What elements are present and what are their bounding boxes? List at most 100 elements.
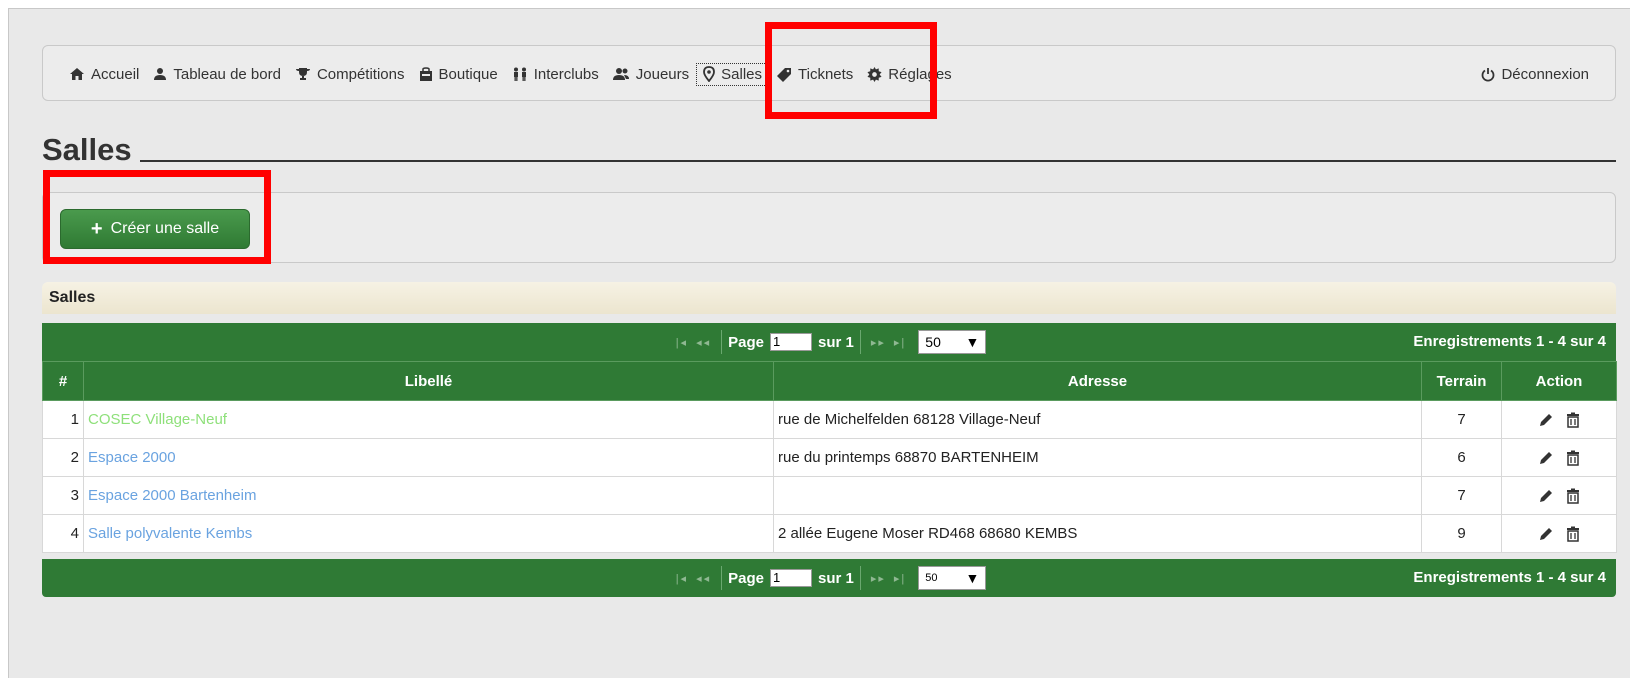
row-terrain: 7: [1421, 476, 1502, 515]
page-of-label: sur 1: [818, 569, 854, 587]
column-header-number[interactable]: #: [42, 361, 84, 401]
records-count: Enregistrements 1 - 4 sur 4: [1413, 569, 1606, 586]
nav-label: Tableau de bord: [173, 65, 281, 83]
page-input[interactable]: 1: [770, 569, 812, 587]
highlight-box-salles: [765, 22, 937, 119]
last-page-icon[interactable]: ▸|: [894, 336, 906, 349]
nav-item-boutique[interactable]: Boutique: [419, 66, 498, 83]
row-actions: [1501, 476, 1617, 515]
nav-item-competitions[interactable]: Compétitions: [295, 66, 405, 83]
row-terrain: 6: [1421, 438, 1502, 477]
table-row[interactable]: 1 COSEC Village-Neuf rue de Michelfelden…: [42, 400, 1617, 439]
row-adresse: rue de Michelfelden 68128 Village-Neuf: [773, 400, 1422, 439]
row-libelle[interactable]: Espace 2000: [83, 438, 774, 477]
row-number: 2: [42, 438, 84, 477]
pager-separator: [859, 330, 861, 354]
delete-icon[interactable]: [1566, 526, 1580, 542]
nav-label: Salles: [721, 65, 762, 83]
records-count: Enregistrements 1 - 4 sur 4: [1413, 333, 1606, 350]
trophy-icon: [295, 68, 310, 80]
title-divider: [42, 160, 1616, 162]
nav-item-interclubs[interactable]: Interclubs: [512, 66, 599, 83]
last-page-icon[interactable]: ▸|: [894, 572, 906, 585]
first-page-icon[interactable]: |◂: [676, 572, 688, 585]
row-actions: [1501, 400, 1617, 439]
rows-per-page-value: 50: [925, 334, 941, 350]
users-icon: [612, 68, 629, 80]
nav-item-accueil[interactable]: Accueil: [69, 66, 139, 83]
row-libelle[interactable]: COSEC Village-Neuf: [83, 400, 774, 439]
page-label: Page: [728, 333, 764, 351]
column-header-adresse[interactable]: Adresse: [773, 361, 1422, 401]
page-title-row: Salles: [42, 132, 1616, 168]
next-page-icon[interactable]: ▸▸: [871, 572, 886, 585]
delete-icon[interactable]: [1566, 450, 1580, 466]
prev-page-icon[interactable]: ◂◂: [696, 336, 711, 349]
delete-icon[interactable]: [1566, 412, 1580, 428]
table-row[interactable]: 2 Espace 2000 rue du printemps 68870 BAR…: [42, 438, 1617, 477]
page-input[interactable]: 1: [770, 333, 812, 351]
salles-table: # Libellé Adresse Terrain Action 1 COSEC…: [42, 361, 1617, 553]
row-terrain: 9: [1421, 514, 1502, 553]
prev-page-icon[interactable]: ◂◂: [696, 572, 711, 585]
nav-item-salles[interactable]: Salles: [696, 62, 769, 86]
row-adresse: [773, 476, 1422, 515]
row-actions: [1501, 438, 1617, 477]
row-number: 4: [42, 514, 84, 553]
salle-link[interactable]: Espace 2000: [88, 449, 176, 466]
nav-label: Interclubs: [533, 65, 599, 83]
page-label: Page: [728, 569, 764, 587]
highlight-box-create-button: [43, 170, 271, 264]
nav-label: Boutique: [438, 65, 498, 83]
user-icon: [154, 68, 167, 80]
next-page-icon[interactable]: ▸▸: [871, 336, 886, 349]
column-header-libelle[interactable]: Libellé: [83, 361, 774, 401]
edit-icon[interactable]: [1538, 412, 1554, 428]
rows-per-page-select[interactable]: 50 ▼: [918, 330, 987, 354]
table-row[interactable]: 3 Espace 2000 Bartenheim 7: [42, 476, 1617, 515]
row-libelle[interactable]: Salle polyvalente Kembs: [83, 514, 774, 553]
row-number: 1: [42, 400, 84, 439]
row-actions: [1501, 514, 1617, 553]
table-row[interactable]: 4 Salle polyvalente Kembs 2 allée Eugene…: [42, 514, 1617, 553]
edit-icon[interactable]: [1538, 450, 1554, 466]
column-header-terrain[interactable]: Terrain: [1421, 361, 1502, 401]
nav-item-joueurs[interactable]: Joueurs: [612, 65, 690, 83]
dropdown-arrow-icon: ▼: [965, 570, 980, 586]
grid-caption: Salles: [42, 282, 1616, 314]
page-title: Salles: [42, 132, 140, 168]
row-terrain: 7: [1421, 400, 1502, 439]
nav-label: Compétitions: [316, 65, 405, 83]
page-of-label: sur 1: [818, 333, 854, 351]
salle-link[interactable]: Espace 2000 Bartenheim: [88, 487, 256, 504]
dropdown-arrow-icon: ▼: [965, 334, 980, 350]
row-libelle[interactable]: Espace 2000 Bartenheim: [83, 476, 774, 515]
edit-icon[interactable]: [1538, 488, 1554, 504]
salle-link[interactable]: COSEC Village-Neuf: [88, 411, 227, 428]
logout-label: Déconnexion: [1501, 65, 1589, 83]
first-page-icon[interactable]: |◂: [676, 336, 688, 349]
nav-label: Accueil: [91, 65, 140, 83]
toolbar: + Créer une salle: [42, 192, 1616, 263]
row-adresse: rue du printemps 68870 BARTENHEIM: [773, 438, 1422, 477]
pager-separator: [859, 566, 861, 590]
rows-per-page-select[interactable]: 50 ▼: [918, 566, 987, 590]
edit-icon[interactable]: [1538, 526, 1554, 542]
salle-link[interactable]: Salle polyvalente Kembs: [88, 525, 252, 542]
pager-bottom: |◂ ◂◂ Page 1 sur 1 ▸▸ ▸| 50 ▼ Enregistre…: [42, 559, 1616, 597]
row-number: 3: [42, 476, 84, 515]
row-adresse: 2 allée Eugene Moser RD468 68680 KEMBS: [773, 514, 1422, 553]
power-icon: [1482, 67, 1495, 81]
nav-label: Joueurs: [635, 65, 690, 83]
pager-separator: [721, 566, 723, 590]
column-header-action: Action: [1501, 361, 1617, 401]
home-icon: [70, 68, 84, 80]
pager-separator: [721, 330, 723, 354]
pager-top: |◂ ◂◂ Page 1 sur 1 ▸▸ ▸| 50 ▼ Enregistre…: [42, 323, 1616, 361]
shop-icon: [419, 66, 432, 81]
map-marker-icon: [703, 66, 716, 82]
rows-per-page-value: 50: [925, 572, 938, 584]
delete-icon[interactable]: [1566, 488, 1580, 504]
logout-link[interactable]: Déconnexion: [1481, 46, 1589, 102]
nav-item-tableau-de-bord[interactable]: Tableau de bord: [153, 66, 281, 83]
